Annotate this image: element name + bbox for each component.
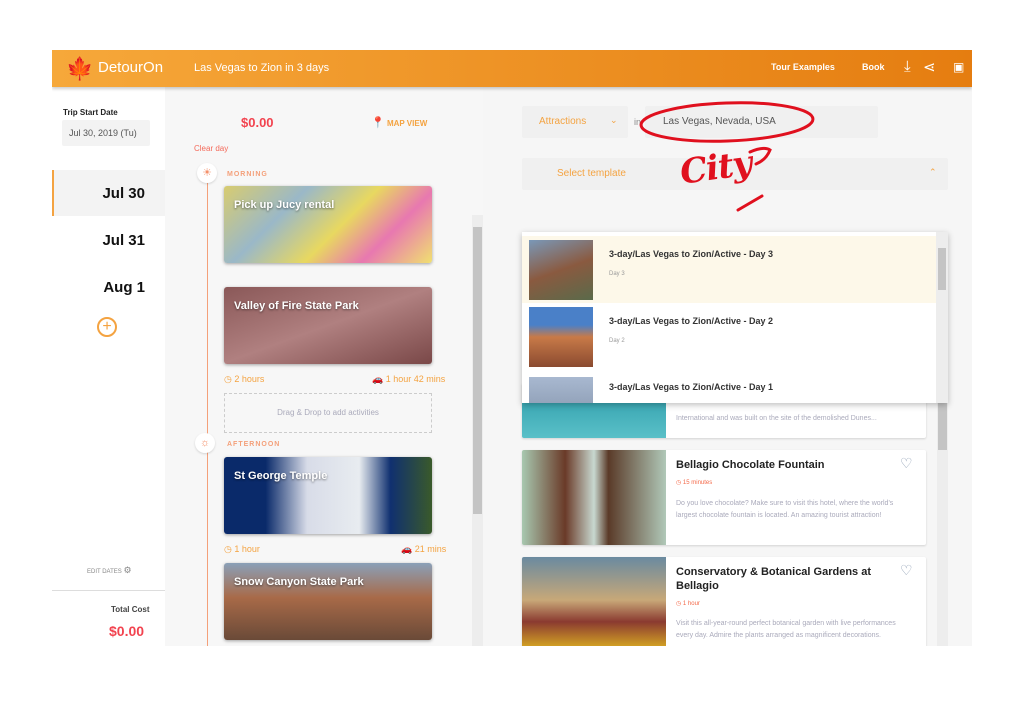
map-view-label: MAP VIEW [386, 119, 428, 128]
attraction-image [522, 450, 666, 545]
category-select[interactable]: Attractions ⌄ [522, 106, 628, 138]
template-thumbnail [529, 377, 593, 403]
heart-icon[interactable]: ♡ [900, 562, 913, 579]
save-icon[interactable]: ▣ [953, 60, 964, 74]
in-label: in [634, 117, 642, 127]
header: 🍁 DetourOn Las Vegas to Zion in 3 days T… [52, 50, 972, 87]
map-pin-icon: 📍 [371, 117, 385, 129]
attraction-name: Conservatory & Botanical Gardens at Bell… [676, 566, 872, 592]
timeline-line [207, 167, 208, 646]
afternoon-label: AFTERNOON [227, 441, 281, 448]
nav-tour-examples[interactable]: Tour Examples [771, 62, 835, 72]
day-jul-31[interactable]: Jul 31 [52, 217, 165, 263]
template-option[interactable]: 3-day/Las Vegas to Zion/Active - Day 2 Da… [522, 303, 936, 370]
trip-start-label: Trip Start Date [63, 108, 118, 117]
attraction-description: International and was built on the site … [676, 415, 877, 422]
attraction-description: Do you love chocolate? Make sure to visi… [676, 500, 894, 519]
drive-time: 🚗 21 mins [401, 544, 447, 554]
results-scrollbar[interactable] [937, 370, 948, 646]
template-sub: Day 3 [609, 271, 625, 277]
scrollbar[interactable] [472, 215, 483, 646]
attraction-image [522, 557, 666, 646]
gear-icon: ⚙ [123, 565, 132, 575]
sun-icon: ☼ [195, 433, 215, 453]
attraction-name: Bellagio Chocolate Fountain [676, 459, 825, 471]
scrollbar-thumb[interactable] [473, 227, 482, 514]
template-option[interactable]: 3-day/Las Vegas to Zion/Active - Day 3 Da… [522, 236, 936, 303]
chevron-up-icon: ⌃ [929, 167, 937, 177]
attraction-card[interactable]: Bellagio Chocolate Fountain ♡ ◷ 15 minut… [522, 450, 926, 545]
trip-start-date-input[interactable]: Jul 30, 2019 (Tu) [62, 120, 150, 146]
day-jul-30[interactable]: Jul 30 [52, 170, 165, 216]
attraction-duration: ◷ 1 hour [676, 601, 700, 607]
activity-card[interactable]: Valley of Fire State Park [224, 287, 432, 364]
activity-duration: ◷ 2 hours [224, 374, 265, 384]
edit-dates-button[interactable]: EDIT DATES ⚙ [87, 565, 132, 576]
drop-zone[interactable]: Drag & Drop to add activities [224, 393, 432, 433]
template-thumbnail [529, 307, 593, 367]
morning-label: MORNING [227, 171, 268, 178]
activity-duration: ◷ 1 hour [224, 544, 260, 554]
sunrise-icon: ☀ [197, 163, 217, 183]
template-option[interactable]: 3-day/Las Vegas to Zion/Active - Day 1 [522, 374, 936, 403]
attraction-duration: ◷ 15 minutes [676, 480, 713, 486]
template-sub: Day 2 [609, 338, 625, 344]
category-value: Attractions [539, 116, 587, 127]
template-name: 3-day/Las Vegas to Zion/Active - Day 2 [609, 316, 774, 326]
day-plan-panel: $0.00 📍 MAP VIEW Clear day ☀ MORNING Pic… [165, 87, 483, 646]
activity-name: Snow Canyon State Park [234, 576, 364, 588]
car-icon: 🚗 [372, 374, 384, 384]
activity-name: St George Temple [234, 470, 328, 482]
brand-name[interactable]: DetourOn [98, 59, 163, 76]
scrollbar-thumb[interactable] [938, 248, 946, 290]
drive-time: 🚗 1 hour 42 mins [372, 374, 446, 384]
attraction-card[interactable]: Conservatory & Botanical Gardens at Bell… [522, 557, 926, 646]
template-name: 3-day/Las Vegas to Zion/Active - Day 3 [609, 249, 774, 259]
edit-dates-label: EDIT DATES [87, 569, 122, 575]
day-cost: $0.00 [241, 115, 274, 130]
total-cost-label: Total Cost [111, 605, 150, 614]
clock-icon: ◷ [676, 480, 682, 486]
download-icon[interactable]: ⤓ [904, 58, 911, 75]
total-cost-value: $0.00 [109, 623, 145, 639]
trip-title: Las Vegas to Zion in 3 days [194, 62, 330, 74]
app-window: 🍁 DetourOn Las Vegas to Zion in 3 days T… [52, 50, 972, 646]
car-icon: 🚗 [401, 544, 413, 554]
add-day-icon[interactable]: + [97, 317, 117, 337]
clear-day-link[interactable]: Clear day [194, 144, 228, 153]
sidebar: Trip Start Date Jul 30, 2019 (Tu) Jul 30… [52, 87, 165, 646]
divider [52, 590, 165, 591]
template-dropdown: 3-day/Las Vegas to Zion/Active - Day 3 Da… [522, 232, 948, 403]
map-view-button[interactable]: 📍 MAP VIEW [371, 116, 427, 129]
maple-leaf-logo-icon: 🍁 [66, 56, 94, 81]
activity-card[interactable]: Snow Canyon State Park [224, 563, 432, 640]
dropdown-scrollbar[interactable] [936, 232, 948, 403]
chevron-down-icon: ⌄ [610, 115, 618, 125]
heart-icon[interactable]: ♡ [900, 455, 913, 472]
activity-name: Valley of Fire State Park [234, 300, 359, 312]
nav-book[interactable]: Book [862, 62, 885, 72]
clock-icon: ◷ [224, 374, 232, 384]
template-select[interactable]: Select template ⌃ [522, 158, 948, 190]
template-thumbnail [529, 240, 593, 300]
location-input[interactable]: Las Vegas, Nevada, USA [645, 106, 878, 138]
share-icon[interactable]: ⋖ [923, 58, 936, 76]
activity-card[interactable]: Pick up Jucy rental [224, 186, 432, 263]
activity-card[interactable]: St George Temple [224, 457, 432, 534]
search-panel: Attractions ⌄ in Las Vegas, Nevada, USA S… [483, 87, 972, 646]
activity-name: Pick up Jucy rental [234, 199, 335, 211]
day-aug-1[interactable]: Aug 1 [52, 264, 165, 310]
template-placeholder: Select template [557, 168, 626, 179]
clock-icon: ◷ [676, 601, 682, 607]
clock-icon: ◷ [224, 544, 232, 554]
template-name: 3-day/Las Vegas to Zion/Active - Day 1 [609, 382, 774, 392]
attraction-description: Visit this all-year-round perfect botani… [676, 620, 896, 639]
